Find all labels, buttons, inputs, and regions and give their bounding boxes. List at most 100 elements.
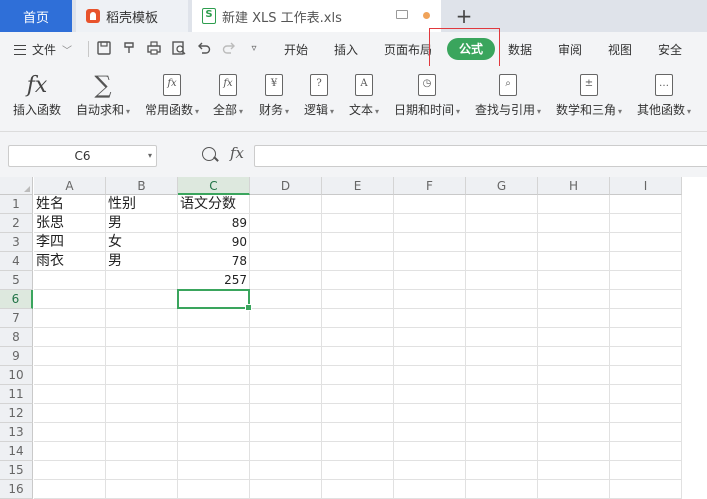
row-header-9[interactable]: 9: [0, 347, 33, 366]
customize-toolbar-icon[interactable]: ▿: [246, 41, 262, 57]
row-header-11[interactable]: 11: [0, 385, 33, 404]
format-painter-icon[interactable]: [121, 41, 137, 57]
cell-i11[interactable]: [610, 385, 682, 404]
select-all-corner[interactable]: [0, 177, 33, 195]
cell-d9[interactable]: [250, 347, 322, 366]
cell-h8[interactable]: [538, 328, 610, 347]
cell-c11[interactable]: [178, 385, 250, 404]
cell-a2[interactable]: 张思: [34, 214, 106, 233]
cell-i14[interactable]: [610, 442, 682, 461]
cell-c12[interactable]: [178, 404, 250, 423]
cell-e8[interactable]: [322, 328, 394, 347]
insert-function-button[interactable]: fx 插入函数: [8, 66, 66, 132]
cell-h1[interactable]: [538, 195, 610, 214]
cell-h14[interactable]: [538, 442, 610, 461]
menu-insert[interactable]: 插入: [334, 41, 358, 58]
column-header-f[interactable]: F: [394, 177, 466, 195]
undo-icon[interactable]: [196, 41, 212, 57]
lookup-functions-button[interactable]: ⌕ 查找与引用 ▾: [472, 66, 544, 132]
row-header-13[interactable]: 13: [0, 423, 33, 442]
cell-a11[interactable]: [34, 385, 106, 404]
cell-e10[interactable]: [322, 366, 394, 385]
cell-f10[interactable]: [394, 366, 466, 385]
cell-g2[interactable]: [466, 214, 538, 233]
cell-b5[interactable]: [106, 271, 178, 290]
row-header-1[interactable]: 1: [0, 195, 33, 214]
cell-e6[interactable]: [322, 290, 394, 309]
cell-d2[interactable]: [250, 214, 322, 233]
cell-g10[interactable]: [466, 366, 538, 385]
cell-h6[interactable]: [538, 290, 610, 309]
name-box[interactable]: C6 ▾: [8, 145, 157, 167]
cell-a13[interactable]: [34, 423, 106, 442]
cell-b2[interactable]: 男: [106, 214, 178, 233]
formula-input[interactable]: [254, 145, 707, 167]
cell-g13[interactable]: [466, 423, 538, 442]
cell-b7[interactable]: [106, 309, 178, 328]
cell-h3[interactable]: [538, 233, 610, 252]
cell-b15[interactable]: [106, 461, 178, 480]
cell-h12[interactable]: [538, 404, 610, 423]
cell-c7[interactable]: [178, 309, 250, 328]
cell-f4[interactable]: [394, 252, 466, 271]
cell-d10[interactable]: [250, 366, 322, 385]
cell-i13[interactable]: [610, 423, 682, 442]
menu-security[interactable]: 安全: [658, 41, 682, 58]
row-header-10[interactable]: 10: [0, 366, 33, 385]
cell-h2[interactable]: [538, 214, 610, 233]
math-functions-button[interactable]: ± 数学和三角 ▾: [552, 66, 626, 132]
cell-d14[interactable]: [250, 442, 322, 461]
cell-f5[interactable]: [394, 271, 466, 290]
cell-c15[interactable]: [178, 461, 250, 480]
cell-i12[interactable]: [610, 404, 682, 423]
cell-d4[interactable]: [250, 252, 322, 271]
cell-i1[interactable]: [610, 195, 682, 214]
cell-i4[interactable]: [610, 252, 682, 271]
column-header-g[interactable]: G: [466, 177, 538, 195]
cell-a15[interactable]: [34, 461, 106, 480]
cell-d1[interactable]: [250, 195, 322, 214]
cell-d3[interactable]: [250, 233, 322, 252]
cell-d7[interactable]: [250, 309, 322, 328]
cell-i15[interactable]: [610, 461, 682, 480]
cell-g7[interactable]: [466, 309, 538, 328]
cell-b13[interactable]: [106, 423, 178, 442]
cell-c8[interactable]: [178, 328, 250, 347]
cell-c13[interactable]: [178, 423, 250, 442]
cell-d6[interactable]: [250, 290, 322, 309]
cell-i8[interactable]: [610, 328, 682, 347]
cell-f11[interactable]: [394, 385, 466, 404]
cell-i6[interactable]: [610, 290, 682, 309]
cell-g12[interactable]: [466, 404, 538, 423]
row-header-6[interactable]: 6: [0, 290, 33, 309]
cell-e11[interactable]: [322, 385, 394, 404]
cell-e7[interactable]: [322, 309, 394, 328]
cell-d12[interactable]: [250, 404, 322, 423]
cell-e5[interactable]: [322, 271, 394, 290]
cell-b11[interactable]: [106, 385, 178, 404]
row-header-15[interactable]: 15: [0, 461, 33, 480]
cell-a6[interactable]: [34, 290, 106, 309]
menu-data[interactable]: 数据: [508, 41, 532, 58]
cell-f2[interactable]: [394, 214, 466, 233]
row-header-2[interactable]: 2: [0, 214, 33, 233]
menu-page-layout[interactable]: 页面布局: [384, 41, 432, 58]
menu-start[interactable]: 开始: [284, 41, 308, 58]
cell-f9[interactable]: [394, 347, 466, 366]
row-header-3[interactable]: 3: [0, 233, 33, 252]
text-functions-button[interactable]: A 文本 ▾: [344, 66, 384, 132]
cell-i7[interactable]: [610, 309, 682, 328]
cell-c9[interactable]: [178, 347, 250, 366]
cell-e14[interactable]: [322, 442, 394, 461]
tab-docer-templates[interactable]: 稻壳模板: [76, 0, 188, 32]
cell-h11[interactable]: [538, 385, 610, 404]
cell-d11[interactable]: [250, 385, 322, 404]
tab-home[interactable]: 首页: [0, 0, 72, 32]
cell-d8[interactable]: [250, 328, 322, 347]
common-functions-button[interactable]: fx 常用函数 ▾: [140, 66, 204, 132]
row-header-14[interactable]: 14: [0, 442, 33, 461]
cell-a9[interactable]: [34, 347, 106, 366]
cell-a4[interactable]: 雨衣: [34, 252, 106, 271]
cell-d5[interactable]: [250, 271, 322, 290]
cell-c2[interactable]: 89: [178, 214, 250, 233]
